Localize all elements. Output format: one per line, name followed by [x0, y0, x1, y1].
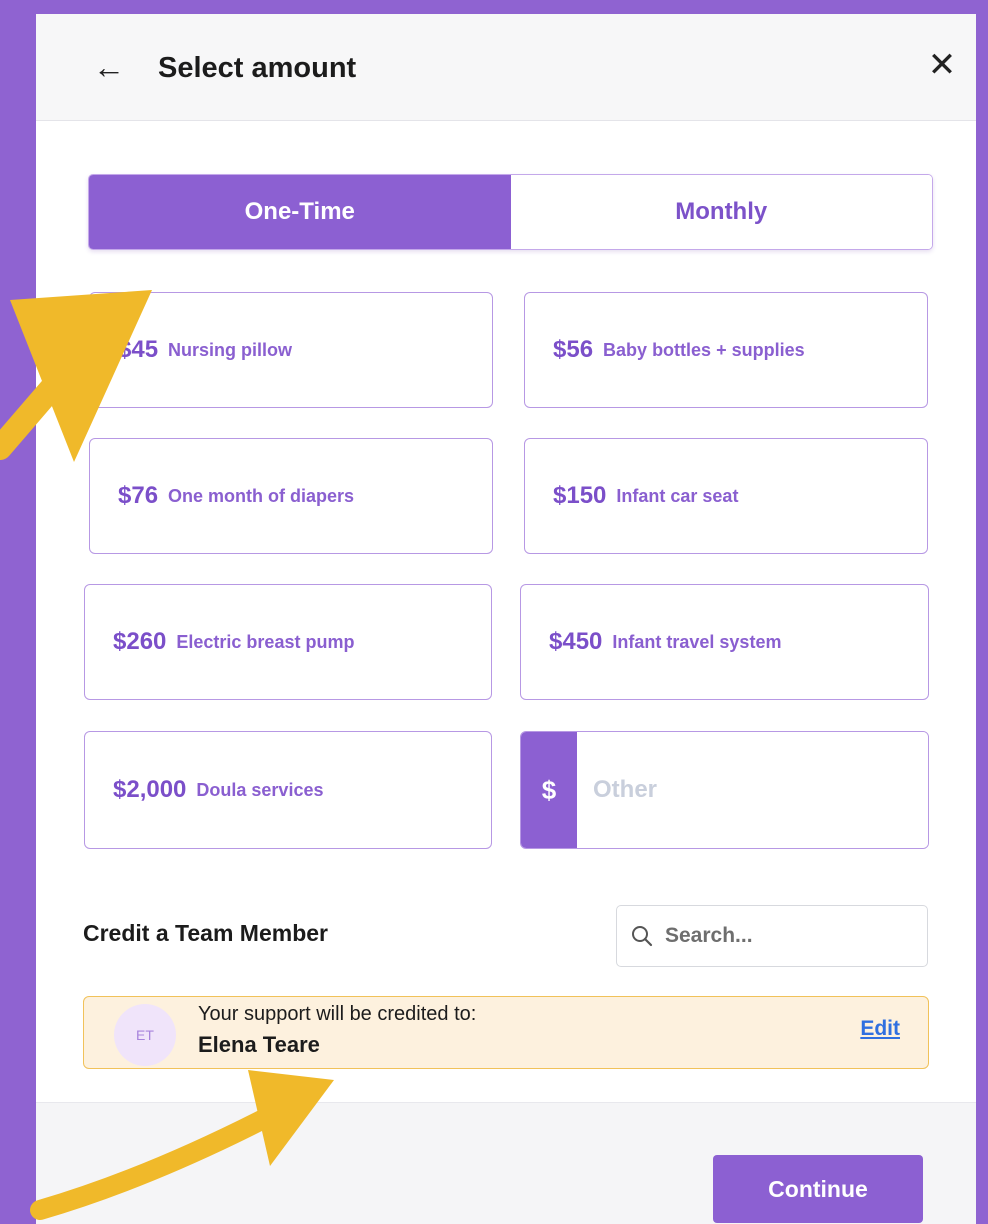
one-time-tab[interactable]: One-Time — [89, 175, 511, 249]
amount-option-450[interactable]: $450 Infant travel system — [520, 584, 929, 700]
edit-link[interactable]: Edit — [860, 1017, 900, 1041]
select-amount-modal: ← Select amount ✕ One-Time Monthly $45 N… — [36, 14, 976, 1224]
amount-label: Doula services — [196, 779, 324, 800]
back-arrow-icon[interactable]: ← — [92, 51, 126, 86]
amount-label: Nursing pillow — [168, 339, 293, 360]
amount-value: $2,000 — [113, 776, 187, 803]
member-search-box — [616, 905, 928, 967]
currency-symbol: $ — [521, 732, 577, 848]
amount-option-2000[interactable]: $2,000 Doula services — [84, 731, 492, 849]
modal-header: ← Select amount ✕ — [36, 14, 976, 121]
amount-label: Infant travel system — [612, 631, 782, 652]
continue-button[interactable]: Continue — [713, 1155, 923, 1223]
amount-value: $76 — [118, 482, 159, 509]
member-search-input[interactable] — [663, 923, 897, 949]
credited-to-text: Your support will be credited to: — [198, 1003, 477, 1025]
amount-option-45[interactable]: $45 Nursing pillow — [89, 292, 493, 408]
amount-option-56[interactable]: $56 Baby bottles + supplies — [524, 292, 928, 408]
amount-value: $150 — [553, 482, 607, 509]
search-icon — [632, 926, 653, 947]
avatar: ET — [114, 1004, 176, 1066]
amount-label: Electric breast pump — [176, 631, 355, 652]
other-amount-field: $ — [520, 731, 929, 849]
credited-member-banner: ET Your support will be credited to: Ele… — [83, 996, 929, 1069]
page-title: Select amount — [158, 52, 357, 84]
amount-option-150[interactable]: $150 Infant car seat — [524, 438, 928, 554]
amount-value: $260 — [113, 628, 167, 655]
amount-value: $450 — [549, 628, 603, 655]
close-icon[interactable]: ✕ — [924, 48, 960, 84]
amount-value: $56 — [553, 336, 594, 363]
amount-label: One month of diapers — [168, 485, 355, 506]
amount-option-260[interactable]: $260 Electric breast pump — [84, 584, 492, 700]
credit-team-member-label: Credit a Team Member — [83, 920, 328, 946]
amount-label: Infant car seat — [616, 485, 739, 506]
other-amount-input[interactable] — [577, 732, 928, 848]
amount-option-76[interactable]: $76 One month of diapers — [89, 438, 493, 554]
amount-label: Baby bottles + supplies — [603, 339, 805, 360]
monthly-tab[interactable]: Monthly — [510, 175, 932, 249]
frequency-toggle: One-Time Monthly — [88, 174, 933, 250]
credited-member-name: Elena Teare — [198, 1032, 320, 1057]
amount-value: $45 — [118, 336, 159, 363]
